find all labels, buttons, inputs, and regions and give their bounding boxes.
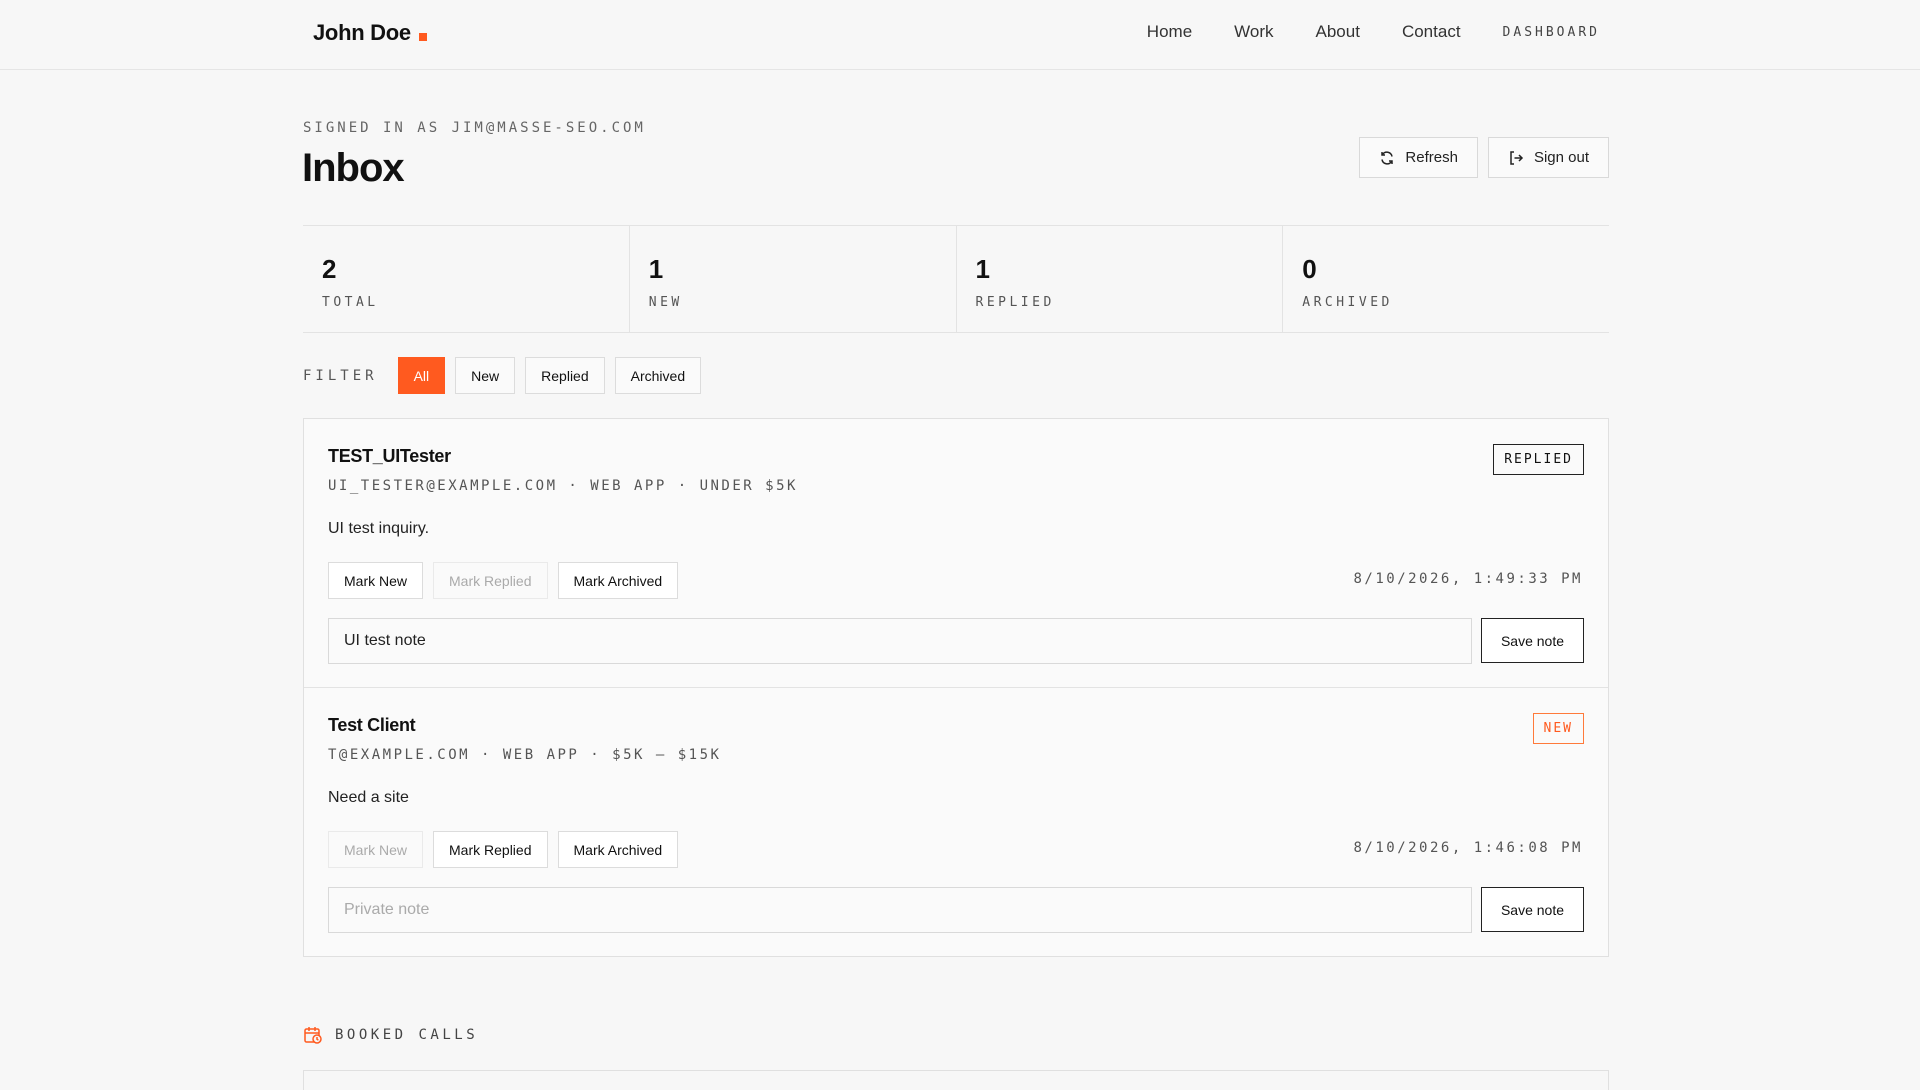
booked-calls-label: BOOKED CALLS	[335, 1027, 479, 1043]
inquiry-item: TEST_UITester UI_TESTER@EXAMPLE.COM · WE…	[304, 419, 1608, 688]
top-nav: John Doe Home Work About Contact DASHBOA…	[0, 0, 1920, 70]
stat-archived: 0 ARCHIVED	[1283, 226, 1609, 332]
signed-in-text: SIGNED IN AS JIM@MASSE-SEO.COM	[303, 120, 646, 136]
mark-archived-button[interactable]: Mark Archived	[557, 562, 679, 599]
nav-link-dashboard[interactable]: DASHBOARD	[1503, 25, 1600, 40]
stat-label: NEW	[648, 295, 683, 310]
calendar-clock-icon	[304, 1027, 322, 1044]
mark-new-button[interactable]: Mark New	[328, 831, 424, 868]
refresh-button[interactable]: Refresh	[1359, 137, 1478, 178]
inquiry-timestamp: 8/10/2026, 1:49:33 PM	[1353, 571, 1583, 587]
stat-value: 1	[975, 254, 990, 284]
nav-link-contact[interactable]: Contact	[1402, 22, 1461, 42]
sign-out-icon	[1510, 150, 1524, 165]
stat-total: 2 TOTAL	[303, 226, 630, 332]
private-note-input[interactable]	[328, 887, 1472, 933]
page-title: Inbox	[302, 146, 405, 190]
stat-label: TOTAL	[322, 295, 379, 310]
inquiry-actions: Mark New Mark Replied Mark Archived	[328, 831, 679, 868]
inquiry-timestamp: 8/10/2026, 1:46:08 PM	[1353, 840, 1583, 856]
save-note-button[interactable]: Save note	[1481, 887, 1584, 932]
refresh-label: Refresh	[1405, 149, 1458, 166]
stat-label: ARCHIVED	[1302, 295, 1393, 310]
save-note-button[interactable]: Save note	[1481, 618, 1584, 663]
inquiry-meta: UI_TESTER@EXAMPLE.COM · WEB APP · UNDER …	[328, 478, 798, 494]
inquiry-message: UI test inquiry.	[328, 520, 430, 537]
stat-value: 1	[648, 254, 664, 284]
stat-value: 2	[322, 254, 337, 284]
stat-label: REPLIED	[975, 295, 1055, 310]
refresh-icon	[1381, 150, 1394, 165]
filter-archived-button[interactable]: Archived	[614, 357, 702, 394]
header-actions: Refresh Sign out	[1359, 137, 1609, 178]
booked-calls-header: BOOKED CALLS	[303, 1025, 478, 1045]
private-note-input[interactable]	[328, 618, 1472, 664]
mark-replied-button[interactable]: Mark Replied	[433, 562, 548, 599]
mark-replied-button[interactable]: Mark Replied	[433, 831, 548, 868]
nav-link-about[interactable]: About	[1316, 22, 1360, 42]
mark-new-button[interactable]: Mark New	[328, 562, 424, 599]
sign-out-button[interactable]: Sign out	[1487, 137, 1609, 178]
booked-calls-panel	[303, 1070, 1609, 1090]
status-badge: NEW	[1532, 713, 1584, 744]
inquiry-name: Test Client	[328, 715, 416, 735]
brand-name: John Doe	[313, 20, 411, 45]
brand-dot	[418, 33, 427, 41]
nav-links: Home Work About Contact DASHBOARD	[1105, 22, 1600, 42]
nav-link-home[interactable]: Home	[1147, 22, 1192, 42]
inquiry-name: TEST_UITester	[328, 446, 451, 466]
nav-link-work[interactable]: Work	[1234, 22, 1273, 42]
sign-out-label: Sign out	[1533, 149, 1589, 166]
inquiry-actions: Mark New Mark Replied Mark Archived	[328, 562, 679, 599]
inquiry-list: TEST_UITester UI_TESTER@EXAMPLE.COM · WE…	[303, 418, 1609, 957]
brand-logo[interactable]: John Doe	[313, 20, 427, 46]
filter-label: FILTER	[303, 367, 378, 384]
filter-new-button[interactable]: New	[455, 357, 516, 394]
stat-replied: 1 REPLIED	[957, 226, 1284, 332]
filter-all-button[interactable]: All	[397, 357, 446, 394]
status-badge: REPLIED	[1493, 444, 1584, 475]
inquiry-meta: T@EXAMPLE.COM · WEB APP · $5K – $15K	[328, 747, 722, 763]
stat-new: 1 NEW	[630, 226, 957, 332]
inquiry-item: Test Client T@EXAMPLE.COM · WEB APP · $5…	[304, 688, 1608, 957]
inquiry-message: Need a site	[328, 789, 409, 806]
stats-row: 2 TOTAL 1 NEW 1 REPLIED 0 ARCHIVED	[303, 225, 1609, 333]
filter-bar: FILTER All New Replied Archived	[303, 357, 711, 394]
stat-value: 0	[1302, 254, 1317, 284]
filter-replied-button[interactable]: Replied	[525, 357, 605, 394]
mark-archived-button[interactable]: Mark Archived	[557, 831, 679, 868]
